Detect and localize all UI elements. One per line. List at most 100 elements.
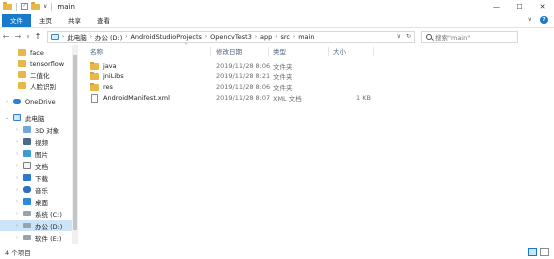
breadcrumb-opencvtest3[interactable]: OpencvTest3 — [210, 33, 252, 41]
sidebar-item-tensorflow[interactable]: tensorflow — [0, 58, 78, 69]
breadcrumb-this-pc[interactable]: 此电脑 — [67, 32, 87, 42]
sidebar-item-3d-objects[interactable]: › 3D 对象 — [0, 124, 78, 135]
expand-arrow-icon[interactable]: › — [14, 211, 20, 217]
search-placeholder[interactable]: 搜索"main" — [435, 32, 470, 42]
sidebar-item-drive-e[interactable]: › 软件 (E:) — [0, 232, 78, 243]
column-divider[interactable] — [210, 47, 211, 56]
minimize-button[interactable]: — — [485, 0, 508, 13]
expand-arrow-icon[interactable]: › — [14, 223, 20, 229]
address-bar[interactable]: › 此电脑 › 办公 (D:) › AndroidStudioProjects … — [47, 30, 415, 43]
navigation-pane-scrollbar[interactable] — [72, 45, 78, 244]
expand-arrow-icon[interactable]: › — [14, 175, 20, 181]
properties-icon[interactable]: ✓ — [21, 3, 28, 10]
up-button[interactable]: ↑ — [32, 30, 44, 43]
documents-icon — [23, 162, 31, 169]
sidebar-item-face[interactable]: face — [0, 47, 78, 58]
back-button[interactable]: ← — [0, 30, 12, 43]
sidebar-item-drive-c[interactable]: › 系统 (C:) — [0, 208, 78, 219]
expand-arrow-icon[interactable]: › — [14, 127, 20, 133]
sidebar-item-label: 桌面 — [35, 198, 48, 207]
video-icon — [23, 138, 31, 145]
column-header-size[interactable]: 大小 — [333, 45, 346, 57]
breadcrumb-separator[interactable]: › — [255, 34, 257, 40]
expand-arrow-icon[interactable]: › — [14, 151, 20, 157]
new-folder-icon[interactable] — [31, 1, 40, 10]
onedrive-icon — [13, 99, 21, 104]
customize-toolbar-arrow[interactable]: ∨ — [43, 3, 47, 10]
navigation-bar: ← → ∨ ↑ › 此电脑 › 办公 (D:) › AndroidStudioP… — [0, 29, 554, 44]
sidebar-item-this-pc[interactable]: ⌄ 此电脑 — [0, 112, 78, 123]
expand-arrow-icon[interactable]: › — [14, 199, 20, 205]
desktop-icon — [23, 198, 31, 205]
help-icon[interactable]: ? — [540, 16, 548, 24]
forward-button[interactable]: → — [12, 30, 24, 43]
address-bar-controls: ∨ ↻ — [397, 33, 414, 40]
file-type: 文件夹 — [273, 84, 293, 92]
sidebar-item-onedrive[interactable]: › OneDrive — [0, 96, 78, 107]
column-header-date[interactable]: 修改日期 — [216, 45, 242, 57]
file-row-jnilibs[interactable]: jniLibs 2019/11/28 8:21 文件夹 — [84, 71, 429, 81]
address-history-dropdown[interactable]: ∨ — [397, 33, 401, 40]
expand-arrow-icon[interactable]: › — [14, 139, 20, 145]
folder-icon — [18, 71, 26, 78]
column-header-name[interactable]: 名称 — [90, 45, 103, 57]
file-type: 文件夹 — [273, 73, 293, 81]
tab-file[interactable]: 文件 — [2, 13, 31, 27]
view-toggle — [528, 247, 554, 256]
column-header-type[interactable]: 类型 — [273, 45, 286, 57]
column-divider[interactable] — [268, 47, 269, 56]
file-type: XML 文档 — [273, 95, 302, 103]
file-name-cell: jniLibs — [90, 71, 124, 80]
close-button[interactable]: ✕ — [531, 0, 554, 13]
tab-home[interactable]: 主页 — [31, 14, 60, 27]
sort-indicator-icon: ^ — [184, 43, 189, 49]
breadcrumb-separator[interactable]: › — [205, 34, 207, 40]
tab-share[interactable]: 共享 — [60, 14, 89, 27]
breadcrumb-separator[interactable]: › — [90, 34, 92, 40]
breadcrumb-main[interactable]: main — [298, 33, 314, 41]
maximize-button[interactable]: ☐ — [508, 0, 531, 13]
sidebar-item-downloads[interactable]: › 下载 — [0, 172, 78, 183]
breadcrumb-androidstudioprojects[interactable]: AndroidStudioProjects — [130, 33, 201, 41]
sidebar-item-documents[interactable]: › 文档 — [0, 160, 78, 171]
sidebar-item-label: tensorflow — [30, 59, 65, 68]
refresh-button[interactable]: ↻ — [406, 33, 411, 40]
sidebar-item-pictures[interactable]: › 图片 — [0, 148, 78, 159]
breadcrumb-app[interactable]: app — [260, 33, 272, 41]
breadcrumb-separator[interactable]: › — [125, 34, 127, 40]
file-row-res[interactable]: res 2019/11/28 8:06 文件夹 — [84, 82, 429, 92]
folder-icon — [90, 61, 99, 70]
file-date: 2019/11/28 8:06 — [216, 83, 271, 91]
recent-locations-button[interactable]: ∨ — [24, 30, 32, 43]
expand-arrow-icon[interactable]: › — [14, 235, 20, 241]
file-row-androidmanifest[interactable]: AndroidManifest.xml 2019/11/28 8:07 XML … — [84, 93, 429, 103]
sidebar-item-label: 系统 (C:) — [35, 210, 62, 219]
column-divider[interactable] — [328, 47, 329, 56]
tab-view[interactable]: 查看 — [89, 14, 118, 27]
file-list: ^ 名称 修改日期 类型 大小 java 2019/11/28 8:06 文件夹… — [80, 43, 554, 244]
file-type: 文件夹 — [273, 63, 293, 71]
expand-arrow-icon[interactable]: › — [14, 187, 20, 193]
sidebar-item-drive-d[interactable]: › 办公 (D:) — [0, 220, 78, 231]
details-view-icon[interactable] — [528, 247, 537, 256]
large-icons-view-icon[interactable] — [540, 247, 549, 256]
expand-arrow-icon[interactable]: › — [4, 99, 10, 105]
column-divider[interactable] — [373, 47, 374, 56]
this-pc-icon — [13, 114, 21, 121]
breadcrumb-separator[interactable]: › — [293, 34, 295, 40]
breadcrumb-separator[interactable]: › — [275, 34, 277, 40]
file-row-java[interactable]: java 2019/11/28 8:06 文件夹 — [84, 61, 429, 71]
breadcrumb-drive-d[interactable]: 办公 (D:) — [95, 32, 122, 42]
sidebar-item-binarization[interactable]: 二值化 — [0, 69, 78, 80]
sidebar-item-music[interactable]: › 音乐 — [0, 184, 78, 195]
search-box[interactable]: 搜索"main" — [421, 30, 518, 43]
sidebar-item-face-recognition[interactable]: 人脸识别 — [0, 80, 78, 91]
expand-arrow-icon[interactable]: › — [14, 163, 20, 169]
sidebar-item-desktop[interactable]: › 桌面 — [0, 196, 78, 207]
breadcrumb-src[interactable]: src — [281, 33, 291, 41]
folder-icon — [18, 49, 26, 56]
collapse-arrow-icon[interactable]: ⌄ — [4, 115, 10, 121]
sidebar-item-videos[interactable]: › 视频 — [0, 136, 78, 147]
scrollbar-thumb[interactable] — [73, 55, 77, 230]
expand-ribbon-icon[interactable]: ∨ — [528, 16, 532, 24]
